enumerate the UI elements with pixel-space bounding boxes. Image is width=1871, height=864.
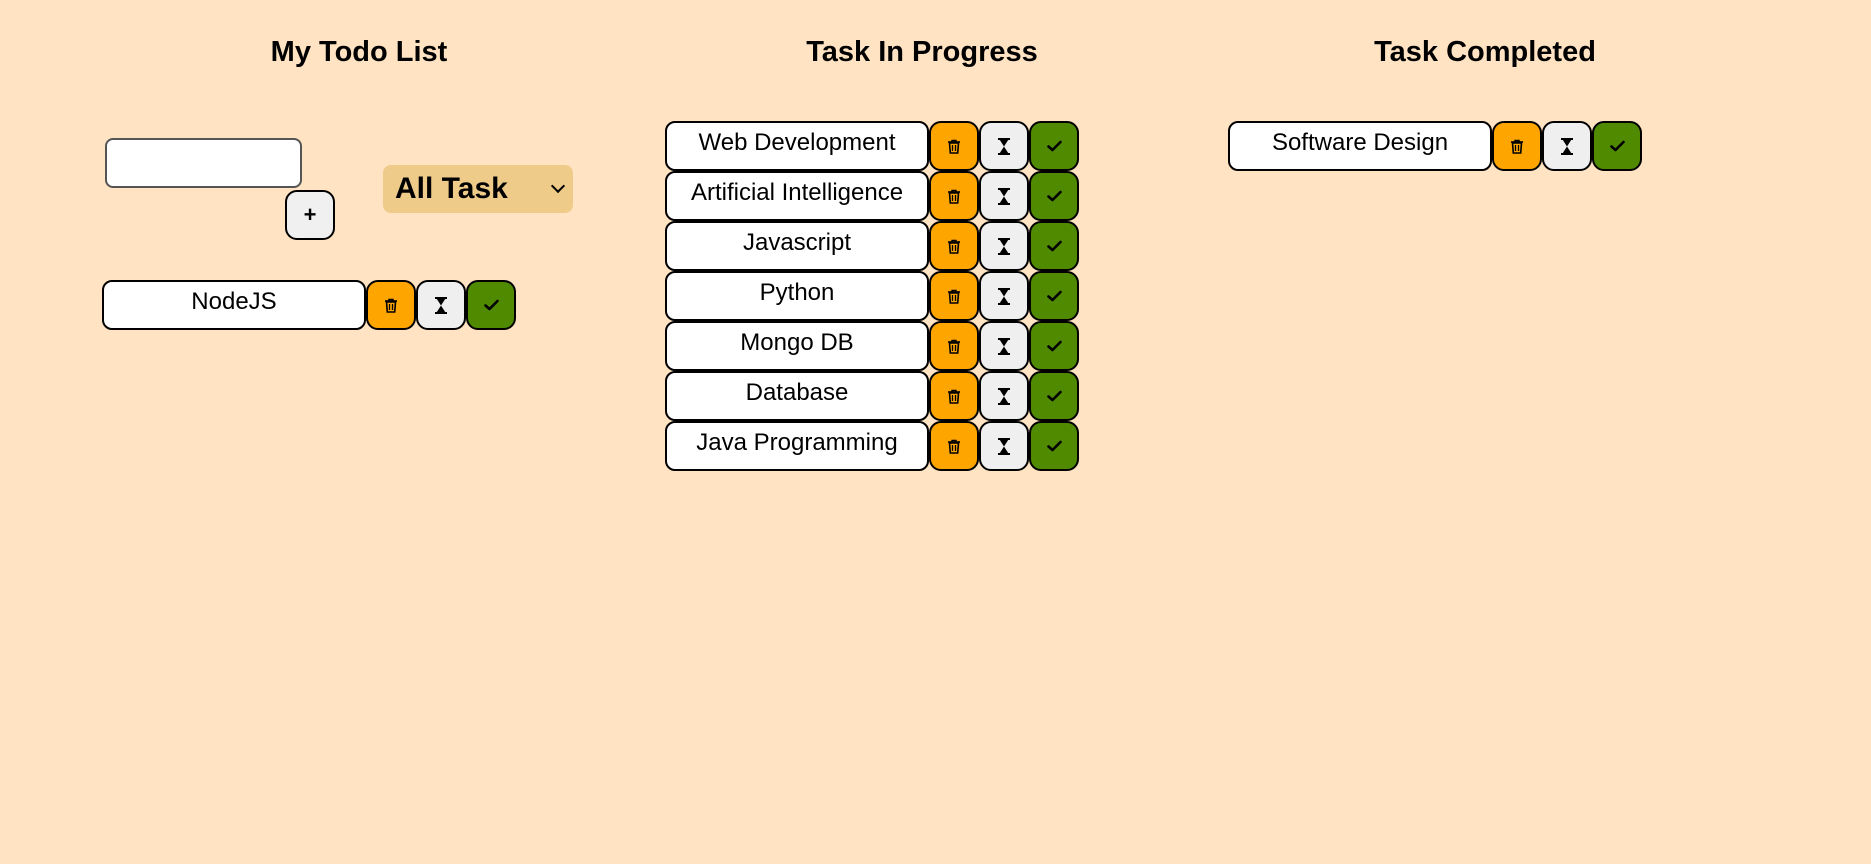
complete-button[interactable] <box>1029 171 1079 221</box>
in-progress-task-row: Java Programming <box>665 421 1079 471</box>
delete-button[interactable] <box>366 280 416 330</box>
task-name: Python <box>665 271 929 321</box>
in-progress-button[interactable] <box>979 321 1029 371</box>
task-name: Javascript <box>665 221 929 271</box>
completed-column-title: Task Completed <box>1374 36 1596 68</box>
trash-icon <box>947 189 961 204</box>
task-name: Database <box>665 371 929 421</box>
check-icon <box>1046 140 1062 152</box>
delete-button[interactable] <box>929 421 979 471</box>
check-icon <box>1046 240 1062 252</box>
complete-button[interactable] <box>1029 121 1079 171</box>
delete-button[interactable] <box>929 321 979 371</box>
check-icon <box>1046 390 1062 402</box>
hourglass-icon <box>997 237 1011 255</box>
trash-icon <box>947 439 961 454</box>
complete-button[interactable] <box>466 280 516 330</box>
in-progress-button[interactable] <box>1542 121 1592 171</box>
complete-button[interactable] <box>1029 321 1079 371</box>
check-icon <box>1046 440 1062 452</box>
add-task-button[interactable]: + <box>285 190 335 240</box>
trash-icon <box>1510 139 1524 154</box>
check-icon <box>1046 340 1062 352</box>
in-progress-button[interactable] <box>979 171 1029 221</box>
delete-button[interactable] <box>929 371 979 421</box>
task-input[interactable] <box>105 138 302 188</box>
check-icon <box>483 299 499 311</box>
in-progress-task-row: Artificial Intelligence <box>665 171 1079 221</box>
delete-button[interactable] <box>929 121 979 171</box>
todo-column-title: My Todo List <box>270 36 448 68</box>
trash-icon <box>947 389 961 404</box>
todo-task-row: NodeJS <box>102 280 516 330</box>
task-name: Web Development <box>665 121 929 171</box>
hourglass-icon <box>997 287 1011 305</box>
in-progress-task-row: Web Development <box>665 121 1079 171</box>
delete-button[interactable] <box>929 271 979 321</box>
hourglass-icon <box>997 137 1011 155</box>
complete-button[interactable] <box>1029 371 1079 421</box>
hourglass-icon <box>997 337 1011 355</box>
delete-button[interactable] <box>929 171 979 221</box>
trash-icon <box>947 289 961 304</box>
hourglass-icon <box>434 296 448 314</box>
in-progress-task-row: Javascript <box>665 221 1079 271</box>
in-progress-button[interactable] <box>416 280 466 330</box>
in-progress-button[interactable] <box>979 221 1029 271</box>
check-icon <box>1609 140 1625 152</box>
task-name: NodeJS <box>102 280 366 330</box>
complete-button[interactable] <box>1029 421 1079 471</box>
trash-icon <box>384 298 398 313</box>
complete-button[interactable] <box>1592 121 1642 171</box>
hourglass-icon <box>1560 137 1574 155</box>
check-icon <box>1046 190 1062 202</box>
in-progress-task-row: Mongo DB <box>665 321 1079 371</box>
complete-button[interactable] <box>1029 221 1079 271</box>
in-progress-button[interactable] <box>979 371 1029 421</box>
trash-icon <box>947 339 961 354</box>
task-name: Java Programming <box>665 421 929 471</box>
hourglass-icon <box>997 437 1011 455</box>
in-progress-task-row: Python <box>665 271 1079 321</box>
complete-button[interactable] <box>1029 271 1079 321</box>
check-icon <box>1046 290 1062 302</box>
in-progress-button[interactable] <box>979 271 1029 321</box>
delete-button[interactable] <box>1492 121 1542 171</box>
in-progress-button[interactable] <box>979 421 1029 471</box>
hourglass-icon <box>997 187 1011 205</box>
task-name: Mongo DB <box>665 321 929 371</box>
hourglass-icon <box>997 387 1011 405</box>
completed-task-row: Software Design <box>1228 121 1642 171</box>
filter-select[interactable]: All Task <box>383 165 573 213</box>
trash-icon <box>947 139 961 154</box>
chevron-down-icon <box>550 178 566 194</box>
task-name: Software Design <box>1228 121 1492 171</box>
trash-icon <box>947 239 961 254</box>
in-progress-column-title: Task In Progress <box>806 36 1038 68</box>
in-progress-task-row: Database <box>665 371 1079 421</box>
in-progress-button[interactable] <box>979 121 1029 171</box>
task-name: Artificial Intelligence <box>665 171 929 221</box>
filter-selected-value: All Task <box>395 172 508 205</box>
delete-button[interactable] <box>929 221 979 271</box>
